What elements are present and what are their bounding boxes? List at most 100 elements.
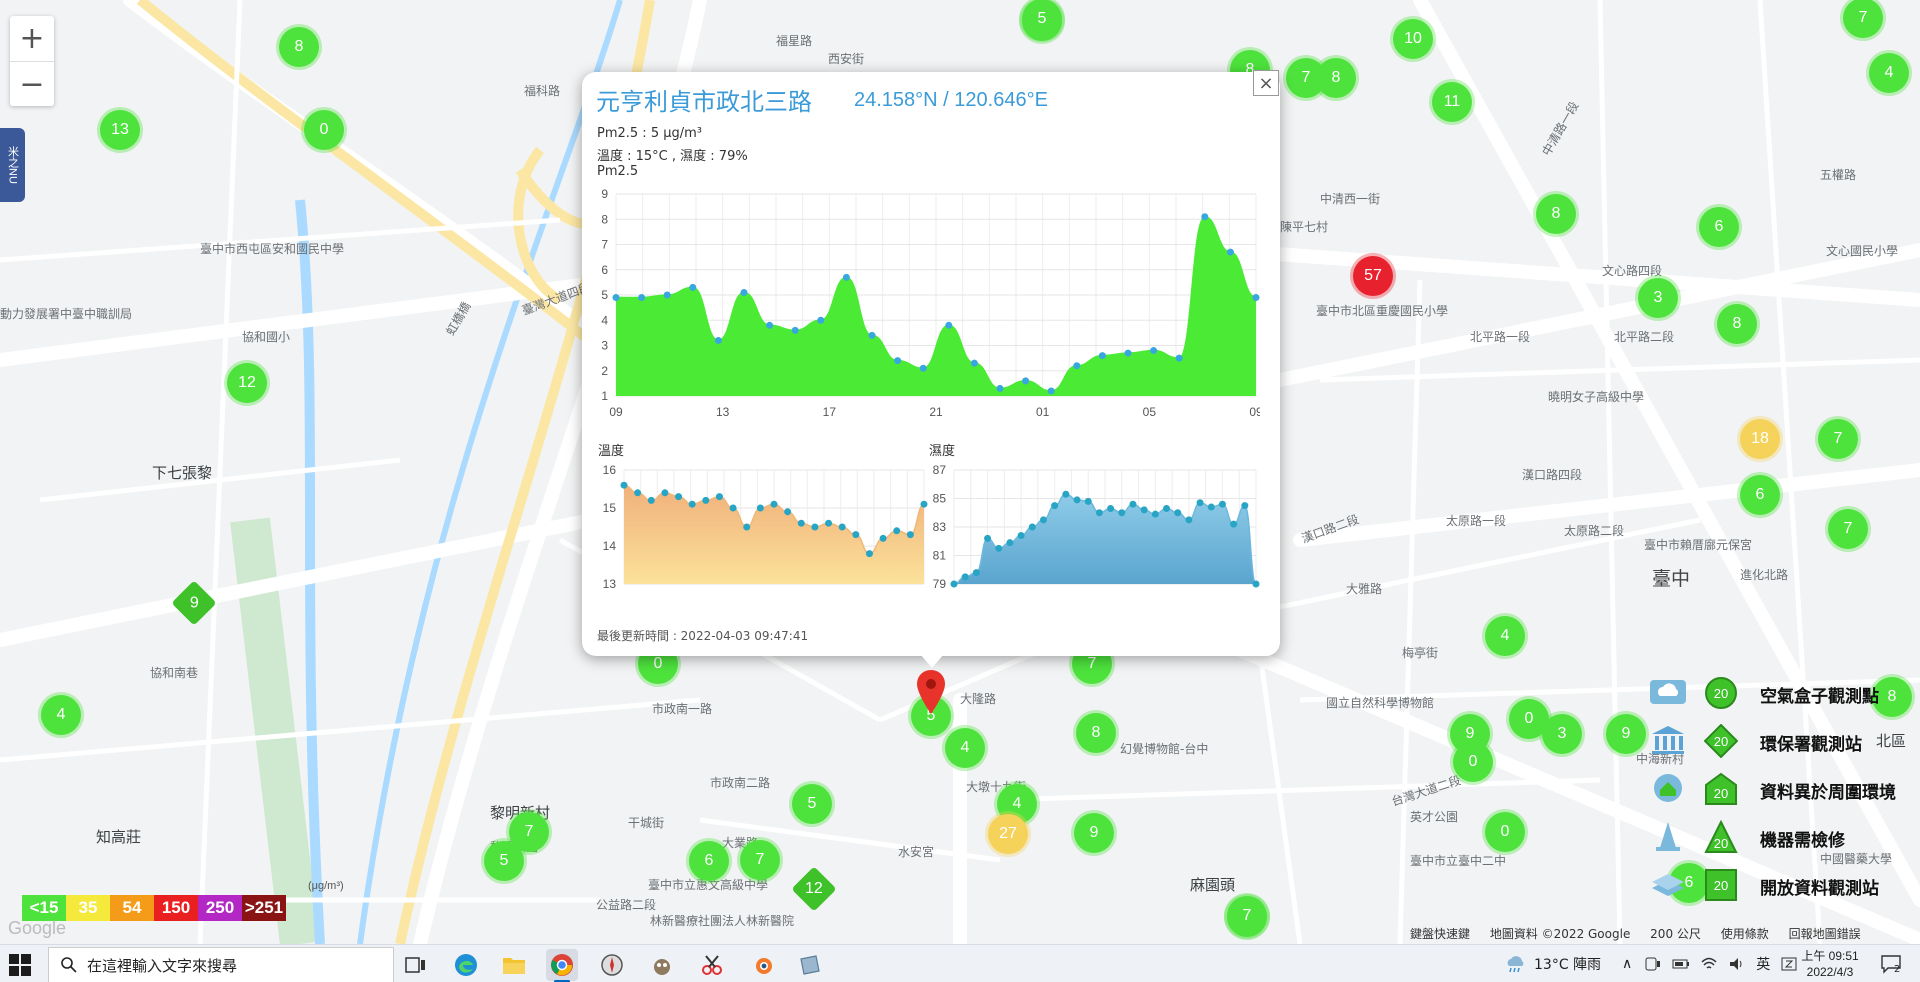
sensor-marker[interactable]: 5 <box>1022 0 1062 39</box>
y-tick-label: 6 <box>601 263 608 277</box>
data-point <box>852 531 860 539</box>
file-explorer-app[interactable] <box>498 949 530 981</box>
gimp-icon <box>654 959 670 975</box>
report-error-link[interactable]: 回報地圖錯誤 <box>1789 927 1861 941</box>
legend-level: 35 <box>66 895 110 921</box>
taskbar-clock[interactable]: 上午 09:51 2022/4/3 <box>1790 948 1870 980</box>
zoom-out-button[interactable]: − <box>10 61 54 106</box>
side-panel-tab[interactable]: 米之NU <box>0 128 25 202</box>
notification-center-button[interactable]: 2 <box>1880 945 1901 982</box>
data-point <box>675 493 683 501</box>
sensor-marker[interactable]: 8 <box>1717 304 1757 344</box>
wifi-icon[interactable] <box>1700 956 1718 972</box>
terms-link[interactable]: 使用條款 <box>1721 927 1769 941</box>
sensor-marker[interactable]: 8 <box>1316 58 1356 98</box>
sensor-marker[interactable]: 7 <box>1828 509 1868 549</box>
sensor-marker[interactable]: 13 <box>100 110 140 150</box>
sensor-marker[interactable]: 7 <box>1227 896 1267 936</box>
sensor-marker[interactable]: 3 <box>1638 278 1678 318</box>
sensor-marker[interactable]: 7 <box>740 840 780 880</box>
sensor-marker[interactable]: 10 <box>1393 19 1433 59</box>
map-label: 干城街 <box>628 816 665 830</box>
taskbar-search-input[interactable]: 在這裡輸入文字來搜尋 <box>48 947 394 982</box>
location-pin-icon[interactable] <box>917 670 945 714</box>
scale-label[interactable]: 200 公尺 <box>1650 927 1701 941</box>
chrome-icon <box>551 954 573 976</box>
sensor-marker[interactable]: 8 <box>1536 194 1576 234</box>
ime-indicator[interactable]: 英 <box>1756 954 1770 974</box>
app-snipping[interactable] <box>696 949 728 981</box>
sensor-marker[interactable]: 4 <box>945 728 985 768</box>
sensor-marker[interactable]: 9 <box>1074 813 1114 853</box>
weather-widget[interactable]: 13°C 陣雨 <box>1504 945 1601 982</box>
edge-app[interactable] <box>450 949 482 981</box>
sensor-marker[interactable]: 0 <box>304 110 344 150</box>
data-point <box>919 364 927 372</box>
sensor-marker[interactable]: 4 <box>1869 53 1909 93</box>
sensor-marker[interactable]: 0 <box>1485 812 1525 852</box>
sensor-marker[interactable]: 7 <box>1818 419 1858 459</box>
data-point <box>1022 377 1030 385</box>
svg-text:20: 20 <box>1714 734 1728 749</box>
sensor-marker[interactable]: 3 <box>1542 714 1582 754</box>
app-window[interactable] <box>794 949 826 981</box>
pm25-chart[interactable]: 1 2 3 4 5 6 7 8 9 09 13 17 21 01 05 09 <box>590 186 1260 426</box>
data-point <box>906 531 914 539</box>
data-point <box>740 288 748 296</box>
app-gimp[interactable] <box>646 949 678 981</box>
scissors-icon <box>702 955 722 975</box>
sensor-marker[interactable]: 18 <box>1740 419 1780 459</box>
temperature-chart[interactable]: 13 14 15 16 <box>590 460 930 595</box>
map-label: 五權路 <box>1820 168 1857 182</box>
task-view-button[interactable] <box>400 949 432 981</box>
map-label: 福科路 <box>524 84 561 98</box>
sensor-marker[interactable]: 27 <box>988 814 1028 854</box>
data-point <box>1175 354 1183 362</box>
chevron-up-icon[interactable]: ∧ <box>1622 956 1632 972</box>
device-icon[interactable] <box>1644 956 1662 972</box>
x-tick-label: 05 <box>1143 405 1157 419</box>
sensor-marker[interactable]: 8 <box>1076 713 1116 753</box>
data-point <box>688 500 696 508</box>
map-label: 文心路四段 <box>1602 264 1663 278</box>
y-tick-label: 8 <box>601 212 608 226</box>
sensor-marker[interactable]: 5 <box>484 841 524 881</box>
sensor-marker[interactable]: 11 <box>1432 82 1472 122</box>
humidity-chart[interactable]: 79 81 83 85 87 <box>920 460 1265 595</box>
sensor-marker[interactable]: 9 <box>1606 714 1646 754</box>
battery-icon[interactable] <box>1672 956 1690 972</box>
close-button[interactable]: × <box>1253 70 1279 96</box>
data-point <box>1207 503 1215 511</box>
zoom-in-button[interactable]: + <box>10 16 54 61</box>
map-attribution: 鍵盤快速鍵 地圖資料 ©2022 Google 200 公尺 使用條款 回報地圖… <box>1410 925 1877 942</box>
legend-label: 環保署觀測站 <box>1760 735 1862 755</box>
sensor-marker[interactable]: 4 <box>41 695 81 735</box>
chrome-app[interactable] <box>546 949 578 982</box>
sensor-marker[interactable]: 4 <box>1485 616 1525 656</box>
sensor-title[interactable]: 元亨利貞市政北三路 <box>596 82 812 117</box>
map-canvas[interactable]: 動力發展署中臺中職訓局 臺中市西屯區安和國民中學 協和國小 下七張黎 協和南巷 … <box>0 0 1920 944</box>
app-compass[interactable] <box>596 949 628 981</box>
sensor-marker[interactable]: 6 <box>689 841 729 881</box>
y-tick-label: 79 <box>933 577 947 591</box>
sensor-marker[interactable]: 57 <box>1353 256 1393 296</box>
data-point <box>743 523 751 531</box>
windows-start-icon[interactable] <box>8 953 32 977</box>
map-label: 西安街 <box>828 52 865 66</box>
map-label: 漢口路四段 <box>1522 468 1583 482</box>
sensor-marker[interactable]: 6 <box>1699 207 1739 247</box>
keyboard-shortcuts-link[interactable]: 鍵盤快速鍵 <box>1410 927 1470 941</box>
legend-label: 空氣盒子觀測點 <box>1760 687 1879 707</box>
data-point <box>638 294 646 302</box>
sensor-marker[interactable]: 5 <box>792 784 832 824</box>
speaker-icon[interactable] <box>1728 956 1746 972</box>
legend-level: 250 <box>198 895 242 921</box>
map-label: 公益路二段 <box>596 898 657 912</box>
app-blender[interactable] <box>746 949 778 981</box>
map-label: 協和南巷 <box>150 666 199 680</box>
sensor-marker[interactable]: 0 <box>1453 742 1493 782</box>
sensor-marker[interactable]: 6 <box>1740 475 1780 515</box>
sensor-marker[interactable]: 12 <box>227 363 267 403</box>
marker-value: 12 <box>805 879 823 897</box>
sensor-marker[interactable]: 8 <box>279 27 319 67</box>
